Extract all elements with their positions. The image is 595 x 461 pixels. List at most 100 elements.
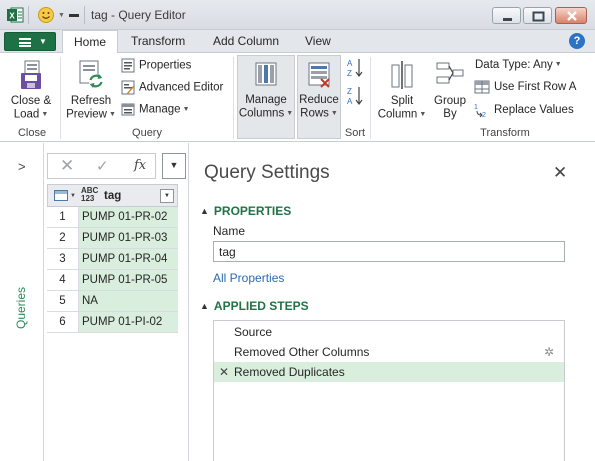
table-row[interactable]: 4 PUMP 01-PR-05 [47, 270, 178, 291]
group-by-icon [436, 62, 464, 84]
reduce-rows-label-1: Reduce [299, 94, 339, 106]
table-row[interactable]: 2 PUMP 01-PR-03 [47, 228, 178, 249]
use-first-row-button[interactable]: Use First Row A [474, 80, 576, 94]
close-group-label: Close [17, 127, 47, 139]
properties-button[interactable]: Properties [121, 58, 191, 73]
row-number: 2 [47, 228, 79, 248]
transform-group-label: Transform [480, 127, 530, 139]
table-cell[interactable]: PUMP 01-PR-05 [79, 270, 178, 290]
data-type-dropdown[interactable]: Data Type: Any ▼ [475, 59, 562, 71]
table-icon[interactable] [54, 190, 68, 201]
group-by-label-1: Group [434, 95, 466, 107]
advanced-editor-icon [121, 80, 135, 95]
svg-text:A: A [347, 59, 353, 68]
table-cell[interactable]: PUMP 01-PR-02 [79, 207, 178, 227]
reduce-rows-label-2: Rows ▼ [300, 107, 338, 120]
table-cell[interactable]: PUMP 01-PR-03 [79, 228, 178, 248]
refresh-preview-label-1: Refresh [70, 95, 112, 107]
excel-app-icon[interactable]: X [6, 6, 24, 24]
table-row[interactable]: 5 NA [47, 291, 178, 312]
tab-transform[interactable]: Transform [131, 34, 185, 48]
restore-button[interactable] [523, 7, 552, 24]
close-window-button[interactable] [555, 7, 587, 24]
help-icon[interactable]: ? [569, 33, 585, 49]
close-load-icon [21, 60, 41, 89]
gear-icon[interactable]: ✲ [544, 342, 554, 362]
row-number: 4 [47, 270, 79, 290]
query-settings-pane: Query Settings ✕ ▲PROPERTIES Name All Pr… [188, 143, 595, 461]
file-dropdown-icon: ▼ [39, 37, 47, 46]
ribbon-divider [233, 57, 234, 139]
chevron-down-icon: ▼ [169, 160, 179, 170]
file-menu-icon [19, 38, 31, 47]
replace-values-button[interactable]: 1 2 Replace Values [474, 102, 574, 118]
column-type-icon[interactable]: ABC 123 [81, 187, 98, 203]
row-number: 6 [47, 312, 79, 332]
row-number: 1 [47, 207, 79, 227]
tab-home[interactable]: Home [62, 30, 118, 54]
file-menu-button[interactable]: ▼ [4, 32, 56, 51]
ribbon-divider [370, 57, 371, 139]
sort-ascending-button[interactable]: A Z [346, 57, 364, 82]
row-number: 5 [47, 291, 79, 311]
group-by-button[interactable]: Group By [431, 59, 469, 121]
table-row[interactable]: 1 PUMP 01-PR-02 [47, 207, 178, 228]
column-header-tag[interactable]: tag [104, 190, 121, 202]
reduce-rows-icon [308, 62, 330, 88]
svg-text:1: 1 [474, 104, 478, 111]
manage-columns-label-1: Manage [245, 94, 287, 106]
query-group-label: Query [132, 127, 162, 139]
close-load-button[interactable]: Close & Load ▼ [6, 59, 56, 122]
refresh-preview-button[interactable]: Refresh Preview ▼ [64, 59, 118, 122]
properties-section-header[interactable]: ▲ PROPERTIES [200, 204, 291, 218]
table-row[interactable]: 6 PUMP 01-PI-02 [47, 312, 178, 333]
replace-values-icon: 1 2 [474, 104, 486, 118]
split-column-label-1: Split [390, 95, 414, 107]
close-load-label-1: Close & [10, 95, 52, 107]
applied-steps-section-header[interactable]: ▲ APPLIED STEPS [200, 299, 309, 313]
minimize-icon [503, 18, 512, 21]
confirm-formula-icon[interactable]: ✓ [96, 157, 109, 175]
query-name-input[interactable] [213, 241, 565, 262]
advanced-editor-button[interactable]: Advanced Editor [121, 80, 223, 95]
tab-add-column[interactable]: Add Column [213, 34, 279, 48]
expand-queries-icon[interactable]: > [18, 159, 26, 174]
table-menu-dropdown-icon[interactable]: ▼ [70, 193, 76, 199]
table-cell[interactable]: NA [79, 291, 178, 311]
queries-pane-collapsed: > Queries [0, 143, 44, 461]
manage-columns-button[interactable]: Manage Columns ▼ [237, 55, 295, 139]
table-row[interactable]: 3 PUMP 01-PR-04 [47, 249, 178, 270]
svg-text:Z: Z [347, 69, 352, 78]
window-title: tag - Query Editor [91, 8, 186, 22]
table-cell[interactable]: PUMP 01-PR-04 [79, 249, 178, 269]
restore-icon [532, 11, 545, 22]
table-cell[interactable]: PUMP 01-PI-02 [79, 312, 178, 332]
fx-icon[interactable]: fx [134, 158, 146, 173]
smiley-feedback-icon[interactable] [37, 6, 55, 24]
expand-formula-bar-button[interactable]: ▼ [162, 153, 186, 179]
applied-step-source[interactable]: Source [214, 322, 564, 342]
sort-ascending-icon: A Z [347, 59, 363, 78]
sort-descending-button[interactable]: Z A [346, 85, 364, 110]
close-icon [567, 11, 577, 21]
cancel-formula-icon[interactable]: ✕ [60, 156, 74, 176]
feedback-dropdown-icon[interactable]: ▼ [58, 12, 65, 19]
sort-group-label: Sort [344, 127, 366, 139]
svg-text:X: X [9, 12, 15, 21]
ribbon-tab-row: ▼ Home Transform Add Column View ? [0, 30, 595, 54]
tab-view[interactable]: View [305, 34, 331, 48]
applied-step-removed-duplicates[interactable]: ✕ Removed Duplicates [214, 362, 564, 382]
delete-step-icon[interactable]: ✕ [219, 362, 229, 382]
customize-qat-icon[interactable]: ▬ [69, 9, 79, 20]
column-filter-dropdown-icon[interactable]: ▼ [160, 189, 174, 203]
reduce-rows-button[interactable]: Reduce Rows ▼ [297, 55, 341, 139]
close-query-settings-icon[interactable]: ✕ [553, 163, 567, 183]
applied-step-removed-other-columns[interactable]: Removed Other Columns ✲ [214, 342, 564, 362]
all-properties-link[interactable]: All Properties [213, 271, 284, 285]
formula-bar: ✕ ✓ fx [47, 153, 156, 179]
queries-pane-label[interactable]: Queries [14, 287, 28, 329]
manage-columns-icon [255, 62, 277, 86]
split-column-button[interactable]: Split Column ▼ [374, 59, 430, 122]
minimize-button[interactable] [492, 7, 521, 24]
manage-button[interactable]: Manage ▼ [121, 102, 190, 117]
